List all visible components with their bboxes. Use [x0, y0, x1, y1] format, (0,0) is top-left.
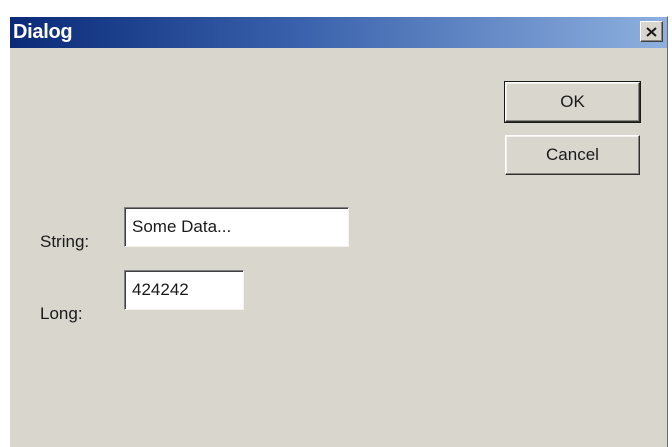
cancel-button[interactable]: Cancel [505, 135, 640, 175]
close-icon [646, 26, 657, 37]
close-button[interactable] [640, 21, 663, 42]
window-title: Dialog [13, 21, 73, 43]
title-bar[interactable]: Dialog [10, 17, 667, 48]
long-label: Long: [40, 304, 83, 323]
ok-button[interactable]: OK [504, 81, 641, 123]
long-field[interactable] [124, 270, 244, 310]
dialog-window: Dialog OK Cancel String: Long: [9, 16, 668, 447]
string-label: String: [40, 232, 90, 251]
string-field[interactable] [124, 207, 349, 247]
